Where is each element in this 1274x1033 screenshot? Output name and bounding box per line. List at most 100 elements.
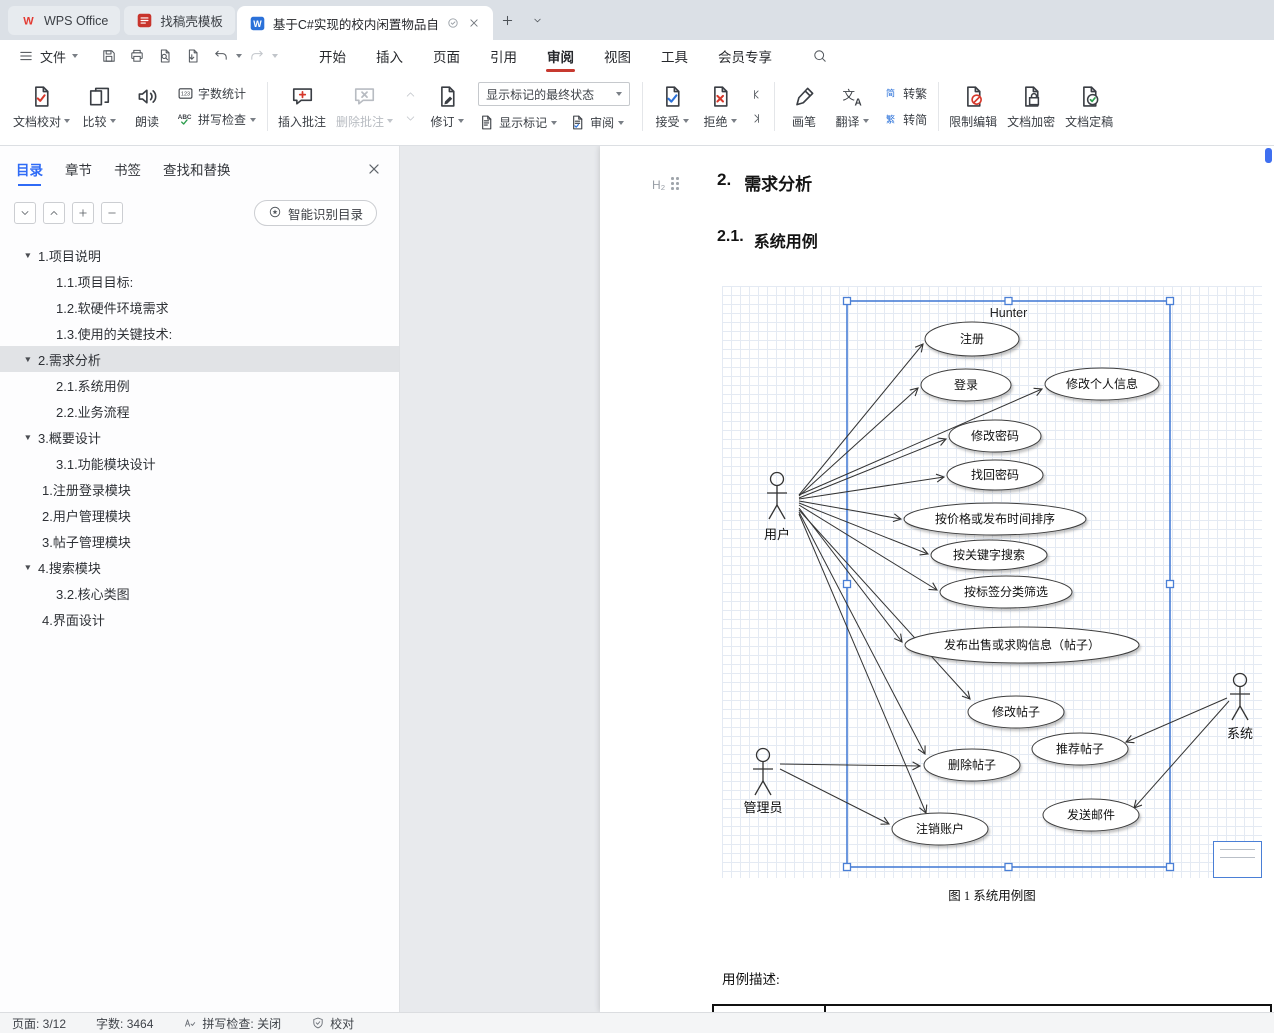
spell-check-button[interactable]: ABC 拼写检查: [177, 111, 257, 128]
expand-triangle-icon[interactable]: ▼: [24, 433, 35, 442]
table-fragment[interactable]: [712, 1004, 1272, 1012]
selection-handle: [842, 579, 852, 589]
outline-item[interactable]: ▼ 4.搜索模块: [0, 554, 399, 580]
search-button[interactable]: [807, 44, 833, 68]
smart-toc-button[interactable]: 智能识别目录: [253, 200, 377, 226]
outline-item[interactable]: ▼ 2.需求分析: [0, 346, 399, 372]
heading-anchor[interactable]: H₂: [652, 177, 681, 192]
sidebar-tab-目录[interactable]: 目录: [16, 159, 43, 186]
zoom-out-outline-button[interactable]: [101, 202, 123, 224]
ink-pen-button[interactable]: 画笔: [780, 81, 828, 133]
usecase-diagram[interactable]: Hunter 注册 登录 修改个人信息 修改密码 找回密码 按价格或发布时间排序 按关键字搜索…: [722, 286, 1262, 878]
show-markup-button[interactable]: 显示标记: [478, 114, 558, 131]
sidebar-tabs: 目录 章节 书签 查找和替换: [0, 146, 399, 188]
partial-figure[interactable]: [1213, 841, 1262, 878]
doc-proofing-button[interactable]: 文档校对: [8, 81, 75, 133]
tab-list-button[interactable]: [525, 7, 551, 33]
delete-comment-button[interactable]: 删除批注: [331, 81, 398, 133]
drag-handle-icon[interactable]: [671, 177, 681, 192]
prev-comment-button[interactable]: [401, 85, 420, 104]
outline-item[interactable]: 1.1.项目目标:: [0, 268, 399, 294]
menu-tab-开始[interactable]: 开始: [304, 40, 361, 72]
review-pane-button[interactable]: 审阅: [569, 114, 625, 131]
markup-controls: 显示标记的最终状态显示标记 审阅: [471, 82, 637, 131]
collapse-button[interactable]: [14, 202, 36, 224]
next-revision-button[interactable]: [747, 109, 766, 128]
outline-item[interactable]: 2.用户管理模块: [0, 502, 399, 528]
outline-toolbar: 智能识别目录: [0, 188, 399, 234]
outline-item[interactable]: 1.3.使用的关键技术:: [0, 320, 399, 346]
expand-button[interactable]: [43, 202, 65, 224]
word-count-indicator[interactable]: 字数: 3464: [96, 1015, 153, 1032]
association-arrow: [798, 500, 903, 523]
close-sidebar-button[interactable]: [365, 160, 383, 178]
insert-comment-button[interactable]: 插入批注: [273, 81, 331, 133]
outline-item[interactable]: ▼ 1.项目说明: [0, 242, 399, 268]
app-tab-wps-office[interactable]: W WPS Office: [8, 6, 121, 35]
track-changes-button[interactable]: 修订: [423, 81, 471, 133]
word-count-button[interactable]: 123 字数统计: [177, 85, 256, 102]
expand-triangle-icon[interactable]: ▼: [24, 563, 35, 572]
file-menu-button[interactable]: 文件: [10, 40, 86, 72]
outline-item[interactable]: 3.帖子管理模块: [0, 528, 399, 554]
outline-item[interactable]: 1.注册登录模块: [0, 476, 399, 502]
outline-item[interactable]: ▼ 3.概要设计: [0, 424, 399, 450]
read-aloud-button[interactable]: 朗读: [123, 81, 171, 133]
page-indicator[interactable]: 页面: 3/12: [12, 1015, 66, 1032]
restrict-editing-button[interactable]: 限制编辑: [944, 81, 1002, 133]
actor-figure: [767, 471, 787, 520]
outline-item[interactable]: 4.界面设计: [0, 606, 399, 632]
menu-tab-审阅[interactable]: 审阅: [532, 40, 589, 72]
word-count-icon: 123: [177, 85, 194, 102]
reject-revision-button[interactable]: 拒绝: [696, 81, 744, 133]
app-tab-document[interactable]: W 基于C#实现的校内闲置物品自: [236, 6, 493, 40]
fan-icon: 繁: [882, 111, 899, 128]
sidebar-tab-章节[interactable]: 章节: [65, 159, 92, 179]
spellcheck-indicator[interactable]: 拼写检查: 关闭: [183, 1015, 281, 1032]
prev-revision-button[interactable]: [747, 85, 766, 104]
redo-button[interactable]: [244, 44, 270, 68]
outline-item[interactable]: 3.2.核心类图: [0, 580, 399, 606]
undo-button[interactable]: [208, 44, 234, 68]
menu-tab-工具[interactable]: 工具: [646, 40, 703, 72]
sidebar-tab-查找和替换[interactable]: 查找和替换: [163, 159, 231, 179]
compare-button[interactable]: 比较: [75, 81, 123, 133]
document-page[interactable]: H₂ 2. 需求分析 2.1. 系统用例 Hunter 注册 登录 修改个人信息 修改密码找…: [600, 146, 1274, 1012]
expand-triangle-icon[interactable]: ▼: [24, 355, 35, 364]
ribbon-separator: [642, 82, 644, 131]
association-arrow: [798, 502, 930, 556]
print-preview-button[interactable]: [152, 44, 178, 68]
outline-item[interactable]: 1.2.软硬件环境需求: [0, 294, 399, 320]
sidebar-tab-书签[interactable]: 书签: [114, 159, 141, 179]
outline-item[interactable]: 3.1.功能模块设计: [0, 450, 399, 476]
encrypt-doc-button[interactable]: 文档加密: [1002, 81, 1060, 133]
save-button[interactable]: [96, 44, 122, 68]
menu-tab-插入[interactable]: 插入: [361, 40, 418, 72]
close-tab-button[interactable]: [467, 16, 481, 30]
to-traditional-button[interactable]: 简转繁: [882, 85, 927, 102]
finalize-doc-button[interactable]: 文档定稿: [1060, 81, 1118, 133]
zoom-in-outline-button[interactable]: [72, 202, 94, 224]
proofing-indicator[interactable]: 校对: [311, 1015, 354, 1032]
svg-text:修改密码: 修改密码: [971, 428, 1019, 443]
menu-tab-会员专享[interactable]: 会员专享: [703, 40, 787, 72]
accept-revision-button[interactable]: 接受: [648, 81, 696, 133]
outline-item[interactable]: 2.2.业务流程: [0, 398, 399, 424]
ribbon-separator: [938, 82, 940, 131]
outline-item[interactable]: 2.1.系统用例: [0, 372, 399, 398]
translate-button[interactable]: 文 A 翻译: [828, 81, 876, 133]
markup-state-select[interactable]: 显示标记的最终状态: [478, 82, 631, 106]
menu-tab-视图[interactable]: 视图: [589, 40, 646, 72]
actor-label: 系统: [1227, 726, 1253, 741]
vertical-scrollbar-thumb[interactable]: [1265, 148, 1272, 163]
menu-tab-页面[interactable]: 页面: [418, 40, 475, 72]
next-comment-button[interactable]: [401, 109, 420, 128]
app-tab-template[interactable]: 找稿壳模板: [124, 6, 235, 35]
outline-item-label: 3.概要设计: [38, 430, 101, 446]
print-button[interactable]: [124, 44, 150, 68]
expand-triangle-icon[interactable]: ▼: [24, 251, 35, 260]
menu-tab-引用[interactable]: 引用: [475, 40, 532, 72]
to-simplified-button[interactable]: 繁转简: [882, 111, 927, 128]
export-button[interactable]: [180, 44, 206, 68]
new-tab-button[interactable]: [495, 7, 521, 33]
